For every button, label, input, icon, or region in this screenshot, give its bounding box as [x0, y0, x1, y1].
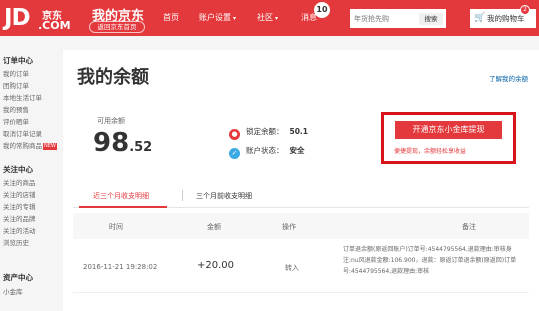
- sidebar-item-followed-shops[interactable]: 关注的店铺: [3, 189, 36, 199]
- cart-count-badge: 2: [520, 5, 530, 15]
- jd-logo[interactable]: JD 京东 .COM: [4, 5, 71, 32]
- nav-home[interactable]: 首页: [163, 12, 179, 23]
- logo-domain: .COM: [38, 19, 71, 32]
- locked-balance-row: ● 锁定余额： 50.1: [229, 126, 308, 140]
- column-header-amount: 金额: [207, 223, 221, 231]
- explain-balance-link[interactable]: 了解我的余额: [489, 73, 528, 83]
- locked-balance-value: 50.1: [289, 127, 309, 136]
- sidebar-item-group-orders[interactable]: 团购订单: [3, 80, 29, 90]
- sidebar-section-title: 订单中心: [3, 56, 33, 65]
- page-title: 我的余额: [77, 67, 149, 88]
- column-header-action: 操作: [282, 223, 296, 231]
- account-status-value: 安全: [289, 146, 305, 155]
- sidebar-item-followed-albums[interactable]: 关注的专辑: [3, 201, 36, 211]
- active-tab-indicator: [79, 206, 167, 208]
- sidebar-item-my-orders[interactable]: 我的订单: [3, 68, 29, 78]
- table-header: 时间 金额 操作 备注: [73, 213, 529, 239]
- chevron-down-icon: ▾: [233, 15, 237, 22]
- account-status-row: ✓ 账户状态： 安全: [229, 145, 305, 159]
- table-row: 2016-11-21 19:28:02 +20.00 转入 订单退余额(原返回账…: [73, 239, 529, 293]
- nav-home-label: 首页: [163, 13, 179, 22]
- column-header-remark: 备注: [462, 223, 476, 231]
- logo-mark: JD: [4, 5, 31, 31]
- new-badge: NEW: [43, 143, 57, 150]
- promo-highlight-box: 开通京东小金库提现 便捷提现，余额轻松享收益: [381, 112, 516, 164]
- sidebar-item-presale[interactable]: 我的预售: [3, 104, 29, 114]
- account-status-label: 账户状态：: [246, 146, 284, 155]
- available-balance-label: 可用余额: [97, 117, 125, 125]
- column-header-time: 时间: [109, 223, 123, 231]
- sidebar: 订单中心 我的订单 团购订单 本地生活订单 我的预售 评价晒单 取消订单记录 我…: [0, 50, 62, 311]
- sidebar-item-followed-brands[interactable]: 关注的品牌: [3, 213, 36, 223]
- cart-icon: 🛒: [474, 13, 486, 23]
- nav-community-label: 社区: [257, 13, 273, 22]
- cart-label: 我的购物车: [487, 14, 525, 23]
- promo-subtitle: 便捷提现，余额轻松享收益: [394, 148, 467, 155]
- search-button[interactable]: 搜索: [419, 13, 443, 25]
- message-count-badge: 10: [314, 2, 330, 18]
- sidebar-item-cancelled-orders[interactable]: 取消订单记录: [3, 128, 42, 138]
- locked-balance-label: 锁定余额：: [246, 127, 284, 136]
- balance-integer: 98: [93, 128, 130, 158]
- balance-decimal: .52: [129, 140, 153, 155]
- lock-icon: ●: [229, 129, 240, 140]
- row-time: 2016-11-21 19:28:02: [83, 263, 158, 271]
- search-input[interactable]: [354, 13, 418, 25]
- sidebar-item-local-orders[interactable]: 本地生活订单: [3, 92, 42, 102]
- search-box: 搜索: [350, 9, 446, 28]
- top-bar: JD 京东 .COM 我的京东 返回京东首页 首页 账户设置 ▾ 社区 ▾ 消息 1…: [0, 0, 539, 36]
- sidebar-item-followed-products[interactable]: 关注的商品: [3, 177, 36, 187]
- tab-before-three-months[interactable]: 三个月前收支明细: [196, 191, 252, 201]
- sidebar-item-label: 我的常购商品: [3, 142, 42, 150]
- tab-recent-three-months[interactable]: 近三个月收支明细: [93, 191, 149, 201]
- sidebar-item-reviews[interactable]: 评价晒单: [3, 116, 29, 126]
- row-remark: 订单退余额(原返回账户)订单号:4544795564,退款理由:审核身注:nu风…: [343, 246, 517, 275]
- nav-account-settings[interactable]: 账户设置 ▾: [199, 12, 236, 23]
- sidebar-item-followed-activities[interactable]: 关注的活动: [3, 225, 36, 235]
- row-amount: +20.00: [197, 260, 235, 271]
- check-icon: ✓: [229, 148, 240, 159]
- sidebar-item-browse-history[interactable]: 浏览历史: [3, 237, 29, 247]
- back-home-link[interactable]: 返回京东首页: [89, 21, 145, 33]
- sidebar-section-title: 资产中心: [3, 273, 33, 282]
- nav-community[interactable]: 社区 ▾: [257, 12, 278, 23]
- page: JD 京东 .COM 我的京东 返回京东首页 首页 账户设置 ▾ 社区 ▾ 消息 1…: [0, 0, 539, 311]
- chevron-down-icon: ▾: [275, 15, 279, 22]
- sidebar-item-frequent-items[interactable]: 我的常购商品 NEW: [3, 140, 57, 150]
- available-balance: 98.52: [93, 128, 152, 158]
- row-action: 转入: [285, 264, 299, 272]
- statement-tabs: 近三个月收支明细 三个月前收支明细: [73, 186, 529, 208]
- sidebar-section-title: 关注中心: [3, 165, 33, 174]
- sidebar-item-xiaojinku[interactable]: 小金库: [3, 286, 23, 296]
- tab-divider: [182, 190, 183, 201]
- main-content: 我的余额 了解我的余额 可用余额 98.52 ● 锁定余额： 50.1 ✓ 账户状态：…: [63, 50, 539, 311]
- open-xiaojinku-button[interactable]: 开通京东小金库提现: [395, 121, 502, 139]
- nav-account-label: 账户设置: [199, 13, 231, 22]
